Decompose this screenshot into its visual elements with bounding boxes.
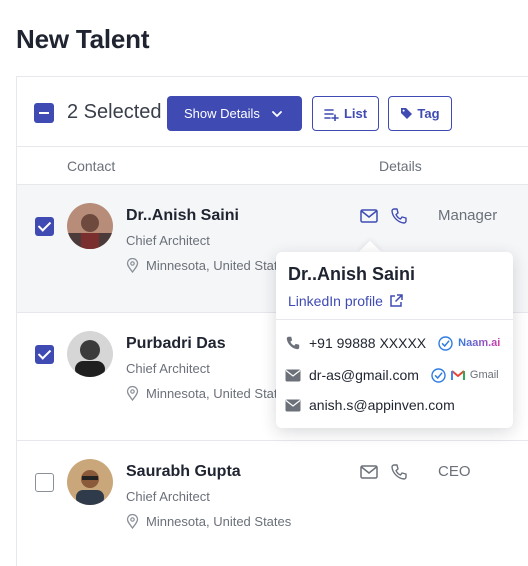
show-details-label: Show Details [184, 106, 260, 121]
verified-check-icon [431, 367, 446, 383]
popover-email-row[interactable]: anish.s@appinven.com [285, 397, 455, 413]
contact-name[interactable]: Purbadri Das [126, 335, 226, 353]
location-text: Minnesota, United States [146, 258, 292, 273]
external-link-icon [390, 294, 403, 307]
popover-email-row[interactable]: dr-as@gmail.com Gmail [285, 367, 499, 383]
location-text: Minnesota, United States [146, 386, 292, 401]
phone-icon[interactable] [390, 207, 408, 225]
row-checkbox[interactable] [35, 345, 54, 364]
phone-icon [286, 336, 300, 350]
avatar [67, 331, 113, 377]
contact-title: Chief Architect [126, 233, 210, 248]
linkedin-label: LinkedIn profile [288, 293, 383, 309]
row-checkbox[interactable] [35, 217, 54, 236]
contact-title: Chief Architect [126, 489, 210, 504]
contact-role: Manager [438, 207, 498, 224]
popover-name: Dr..Anish Saini [288, 264, 416, 284]
contact-location: Minnesota, United States [126, 514, 291, 529]
email-address: dr-as@gmail.com [309, 367, 419, 383]
contact-role: CEO [438, 463, 471, 480]
show-details-button[interactable]: Show Details [167, 96, 302, 131]
add-tag-button[interactable]: Tag [388, 96, 452, 131]
contact-details-popover: Dr..Anish Saini LinkedIn profile +91 998… [276, 252, 513, 428]
mail-icon[interactable] [360, 465, 378, 479]
contact-location: Minnesota, United States [126, 386, 291, 401]
gmail-icon [450, 369, 465, 380]
email-address: anish.s@appinven.com [309, 397, 455, 413]
select-all-checkbox[interactable] [34, 103, 54, 123]
avatar [67, 203, 113, 249]
add-to-list-button[interactable]: List [312, 96, 379, 131]
column-header-row: Contact Details [17, 147, 528, 185]
mail-icon [285, 369, 301, 381]
phone-verification: Naam.ai [438, 335, 501, 351]
email-verification: Gmail [431, 367, 499, 383]
selected-count: 2 Selected [67, 101, 162, 123]
contact-name[interactable]: Saurabh Gupta [126, 463, 241, 481]
location-text: Minnesota, United States [146, 514, 292, 529]
phone-number: +91 99888 XXXXX [309, 335, 427, 351]
naam-ai-logo: Naam.ai [458, 337, 501, 349]
location-pin-icon [126, 386, 139, 401]
popover-phone-row[interactable]: +91 99888 XXXXX Naam.ai [285, 335, 500, 351]
page-title: New Talent [16, 24, 150, 54]
table-row[interactable]: Saurabh Gupta Chief Architect Minnesota,… [17, 441, 528, 566]
chevron-down-icon [272, 111, 282, 117]
verified-check-icon [438, 335, 453, 351]
bulk-toolbar: 2 Selected Show Details List Tag [17, 77, 528, 147]
row-checkbox[interactable] [35, 473, 54, 492]
tag-icon [401, 108, 413, 119]
location-pin-icon [126, 258, 139, 273]
column-contact: Contact [67, 158, 116, 174]
list-button-label: List [343, 106, 368, 121]
avatar [67, 459, 113, 505]
popover-divider [276, 319, 513, 320]
mail-icon [285, 399, 301, 411]
linkedin-profile-link[interactable]: LinkedIn profile [288, 293, 403, 309]
contact-location: Minnesota, United States [126, 258, 291, 273]
phone-icon[interactable] [390, 463, 408, 481]
location-pin-icon [126, 514, 139, 529]
mail-icon[interactable] [360, 209, 378, 223]
contact-title: Chief Architect [126, 361, 210, 376]
gmail-label: Gmail [469, 369, 499, 381]
playlist-add-icon [324, 108, 339, 121]
tag-button-label: Tag [417, 106, 440, 121]
column-details: Details [379, 158, 422, 174]
contact-name[interactable]: Dr..Anish Saini [126, 207, 239, 225]
